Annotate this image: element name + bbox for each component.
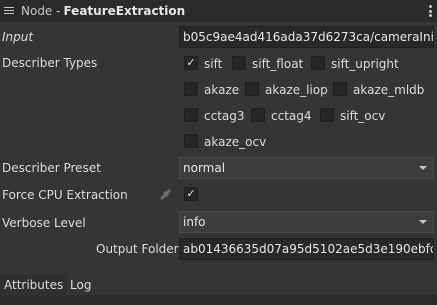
sliders-icon bbox=[4, 6, 16, 16]
input-field[interactable]: b05c9ae4ad416ada37d6273ca/cameraInit.sfm bbox=[179, 26, 434, 48]
input-label: Input bbox=[2, 30, 34, 44]
checkbox-label: sift_upright bbox=[331, 57, 399, 71]
describer-preset-value: normal bbox=[183, 161, 226, 175]
checkbox-label: cctag3 bbox=[204, 109, 245, 123]
checkbox-label: sift_ocv bbox=[340, 109, 386, 123]
output-folder-label: Output Folder bbox=[96, 242, 179, 256]
checkbox-sift-ocv[interactable] bbox=[320, 108, 334, 122]
checkbox-label: akaze_mldb bbox=[353, 83, 425, 97]
verbose-level-label: Verbose Level bbox=[2, 216, 86, 230]
checkbox-sift-float[interactable] bbox=[232, 56, 246, 70]
chevron-down-icon bbox=[419, 166, 427, 170]
checkbox-akaze-ocv[interactable] bbox=[184, 134, 198, 148]
tab-attributes[interactable]: Attributes bbox=[0, 274, 68, 296]
checkbox-akaze-liop[interactable] bbox=[245, 82, 259, 96]
header-prefix: Node - bbox=[21, 4, 61, 18]
node-name: FeatureExtraction bbox=[63, 4, 186, 18]
more-vertical-icon[interactable] bbox=[429, 3, 433, 19]
force-cpu-checkbox[interactable]: ✓ bbox=[184, 187, 198, 201]
force-cpu-label: Force CPU Extraction bbox=[2, 188, 128, 202]
checkbox-label: cctag4 bbox=[271, 109, 312, 123]
tab-bar: Attributes Log bbox=[0, 274, 437, 296]
checkbox-cctag4[interactable] bbox=[251, 108, 265, 122]
chevron-down-icon bbox=[419, 220, 427, 224]
checkbox-akaze-mldb[interactable] bbox=[333, 82, 347, 96]
describer-preset-label: Describer Preset bbox=[2, 161, 101, 175]
checkbox-label: akaze bbox=[204, 83, 240, 97]
checkbox-cctag3[interactable] bbox=[184, 108, 198, 122]
checkbox-sift[interactable]: ✓ bbox=[184, 56, 198, 70]
verbose-level-select[interactable]: info bbox=[179, 211, 434, 233]
describer-types-label: Describer Types bbox=[2, 56, 98, 70]
node-header: Node - FeatureExtraction bbox=[0, 0, 437, 22]
checkbox-label: sift_float bbox=[252, 57, 304, 71]
wrench-icon[interactable] bbox=[160, 188, 172, 200]
checkbox-label: sift bbox=[204, 57, 223, 71]
bottom-strip bbox=[0, 296, 437, 305]
checkbox-sift-upright[interactable] bbox=[311, 56, 325, 70]
checkbox-akaze[interactable] bbox=[184, 82, 198, 96]
checkbox-label: akaze_ocv bbox=[204, 135, 267, 149]
output-folder-field[interactable]: ab01436635d07a95d5102ae5d3e190ebfd39b bbox=[179, 238, 434, 260]
describer-preset-select[interactable]: normal bbox=[179, 157, 434, 179]
verbose-level-value: info bbox=[183, 215, 206, 229]
tab-log[interactable]: Log bbox=[66, 274, 95, 296]
checkbox-label: akaze_liop bbox=[265, 83, 328, 97]
